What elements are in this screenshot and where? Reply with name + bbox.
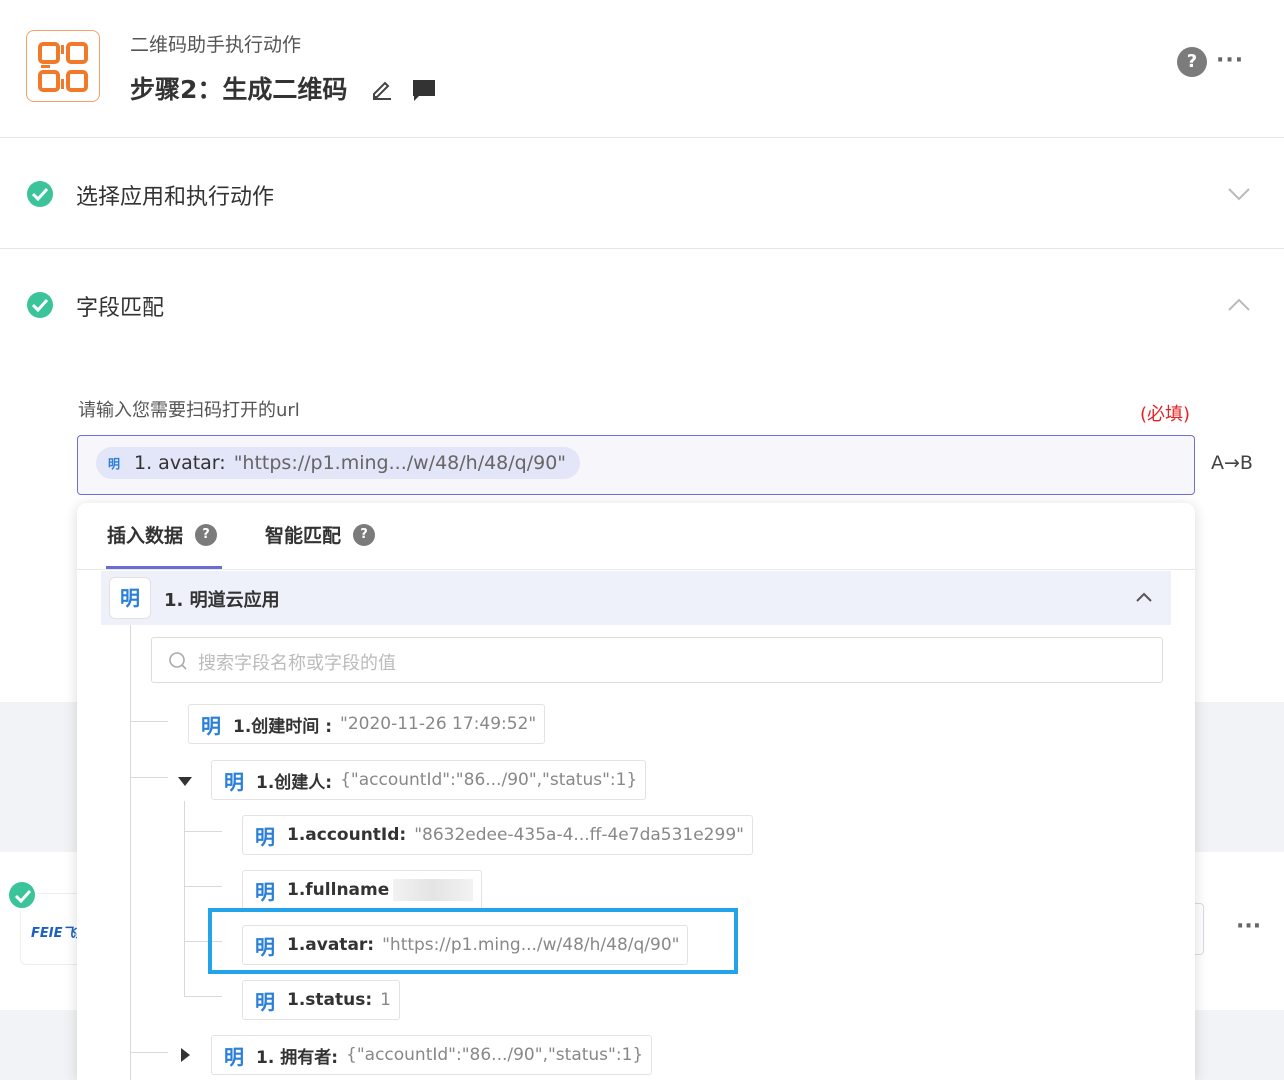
token-value: "https://p1.ming.../w/48/h/48/q/90" xyxy=(233,452,567,474)
chevron-up-icon[interactable] xyxy=(1133,586,1155,608)
tab-insert-data[interactable]: 插入数据 ? xyxy=(107,521,218,548)
breadcrumb: 二维码助手执行动作 xyxy=(130,34,302,56)
edit-icon[interactable] xyxy=(370,76,394,100)
mingdao-icon: 明 xyxy=(224,1044,244,1069)
tree-node[interactable]: 明 1.accountId: "8632edee-435a-4...ff-4e7… xyxy=(242,815,753,855)
url-field-label: 请输入您需要扫码打开的url xyxy=(78,400,300,421)
tree-node[interactable]: 明 1.创建人: {"accountId":"86.../90","status… xyxy=(211,760,647,800)
redacted-value xyxy=(393,879,474,901)
more-icon[interactable]: ··· xyxy=(1236,914,1261,939)
field-search-input[interactable]: 搜索字段名称或字段的值 xyxy=(151,637,1163,683)
group-label: 1. 明道云应用 xyxy=(164,590,280,611)
more-icon[interactable]: ··· xyxy=(1216,48,1243,73)
insert-data-panel: 插入数据 ? 智能匹配 ? 明 1. 明道云应用 搜索字段名称或字段的值 明 1… xyxy=(77,503,1195,1080)
section-title: 选择应用和执行动作 xyxy=(76,185,275,210)
help-icon[interactable]: ? xyxy=(353,523,376,546)
chevron-up-icon[interactable] xyxy=(1226,292,1252,318)
required-mark: (必填) xyxy=(1140,404,1191,425)
mingdao-icon: 明 xyxy=(201,713,221,738)
help-icon[interactable]: ? xyxy=(1177,47,1207,77)
mingdao-icon: 明 xyxy=(224,769,244,794)
check-circle-icon xyxy=(27,292,53,318)
qrcode-app-logo xyxy=(26,30,100,102)
chevron-down-icon[interactable] xyxy=(1226,181,1252,207)
caret-down-icon[interactable] xyxy=(178,777,192,786)
qrcode-icon xyxy=(38,42,88,92)
check-circle-icon xyxy=(27,181,53,207)
search-icon xyxy=(169,652,187,670)
group-mingdao-app[interactable]: 明 1. 明道云应用 xyxy=(101,571,1171,625)
section-select-app[interactable]: 选择应用和执行动作 xyxy=(0,139,1284,249)
field-token[interactable]: 明 1. avatar: "https://p1.ming.../w/48/h/… xyxy=(96,447,581,479)
tree-node[interactable]: 明 1.status: 1 xyxy=(242,980,400,1020)
comment-icon[interactable] xyxy=(411,78,437,102)
help-icon[interactable]: ? xyxy=(195,523,218,546)
token-key: 1. avatar: xyxy=(134,452,226,474)
caret-right-icon[interactable] xyxy=(181,1048,190,1062)
page-title: 步骤2：生成二维码 xyxy=(130,75,348,104)
search-placeholder: 搜索字段名称或字段的值 xyxy=(198,653,396,674)
mingdao-icon: 明 xyxy=(255,879,275,904)
mingdao-icon: 明 xyxy=(108,456,121,471)
section-title: 字段匹配 xyxy=(76,296,165,321)
transform-button[interactable]: A→B xyxy=(1211,452,1253,474)
tree-node[interactable]: 明 1.创建时间 : "2020-11-26 17:49:52" xyxy=(188,704,546,744)
mingdao-icon: 明 xyxy=(255,989,275,1014)
mingdao-icon: 明 xyxy=(109,577,151,619)
check-circle-icon xyxy=(7,880,37,910)
tree-node[interactable]: 明 1.fullname xyxy=(242,870,483,910)
url-input[interactable]: 明 1. avatar: "https://p1.ming.../w/48/h/… xyxy=(77,435,1253,495)
tree-node[interactable]: 明 1. 拥有者: {"accountId":"86.../90","statu… xyxy=(211,1035,653,1075)
step-header: 二维码助手执行动作 步骤2：生成二维码 ? ··· xyxy=(0,0,1284,138)
mingdao-icon: 明 xyxy=(255,824,275,849)
tab-smart-match[interactable]: 智能匹配 ? xyxy=(265,521,376,548)
selection-highlight xyxy=(208,908,738,974)
